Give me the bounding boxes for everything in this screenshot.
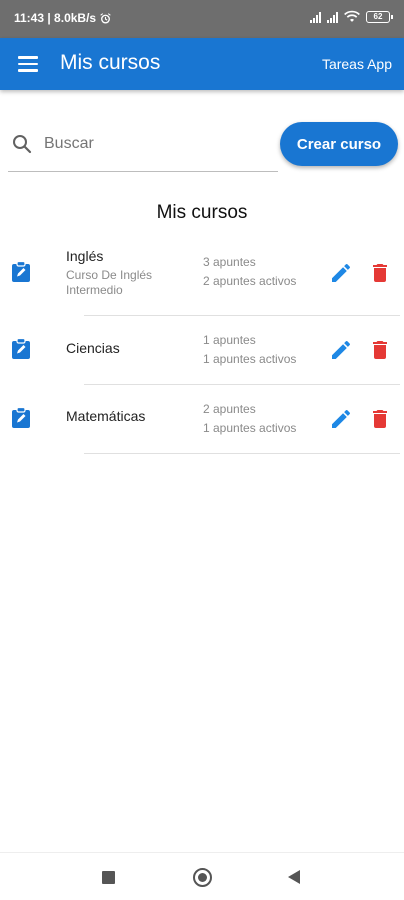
trash-icon[interactable] <box>368 407 392 431</box>
search-input[interactable] <box>44 128 274 160</box>
home-icon[interactable] <box>193 868 212 887</box>
search-icon <box>13 135 32 154</box>
app-bar: Mis cursos Tareas App <box>0 38 404 90</box>
pencil-icon[interactable] <box>329 261 353 285</box>
assignment-icon <box>12 407 30 428</box>
status-left: 11:43 | 8.0kB/s <box>14 11 112 25</box>
trash-icon[interactable] <box>368 338 392 362</box>
trash-icon[interactable] <box>368 261 392 285</box>
course-name: Matemáticas <box>66 408 146 424</box>
system-nav-bar <box>0 852 404 900</box>
search-underline <box>8 171 278 172</box>
course-notes-count: 2 apuntes <box>203 402 256 416</box>
create-course-button[interactable]: Crear curso <box>280 122 398 166</box>
search-row: Crear curso <box>8 120 398 174</box>
battery-icon: 62 <box>366 10 393 23</box>
menu-icon[interactable] <box>18 52 42 76</box>
status-time: 11:43 | 8.0kB/s <box>14 11 97 25</box>
back-icon[interactable] <box>288 870 300 884</box>
signal-icon-2 <box>327 11 338 23</box>
course-row[interactable]: Inglés Curso De Inglés Intermedio 3 apun… <box>0 240 404 316</box>
recents-icon[interactable] <box>102 871 115 884</box>
course-notes-count: 3 apuntes <box>203 255 256 269</box>
course-active-count: 1 apuntes activos <box>203 352 297 366</box>
course-name: Inglés <box>66 248 104 264</box>
status-right: 62 <box>310 10 393 23</box>
app-action-label[interactable]: Tareas App <box>322 56 392 72</box>
course-row[interactable]: Ciencias 1 apuntes 1 apuntes activos <box>0 316 404 385</box>
course-description: Curso De Inglés Intermedio <box>66 268 153 297</box>
wifi-icon <box>344 10 360 22</box>
app-title: Mis cursos <box>60 51 161 74</box>
pencil-icon[interactable] <box>329 338 353 362</box>
course-notes-count: 1 apuntes <box>203 333 256 347</box>
signal-icon <box>310 11 321 23</box>
alarm-icon <box>100 12 111 24</box>
course-row[interactable]: Matemáticas 2 apuntes 1 apuntes activos <box>0 385 404 454</box>
course-list: Inglés Curso De Inglés Intermedio 3 apun… <box>0 240 404 454</box>
assignment-icon <box>12 338 30 359</box>
course-name: Ciencias <box>66 340 120 356</box>
course-active-count: 1 apuntes activos <box>203 421 297 435</box>
course-active-count: 2 apuntes activos <box>203 274 297 288</box>
assignment-icon <box>12 261 30 282</box>
row-divider <box>84 453 400 454</box>
section-title: Mis cursos <box>156 202 248 223</box>
status-bar: 11:43 | 8.0kB/s 62 <box>0 0 404 38</box>
pencil-icon[interactable] <box>329 407 353 431</box>
